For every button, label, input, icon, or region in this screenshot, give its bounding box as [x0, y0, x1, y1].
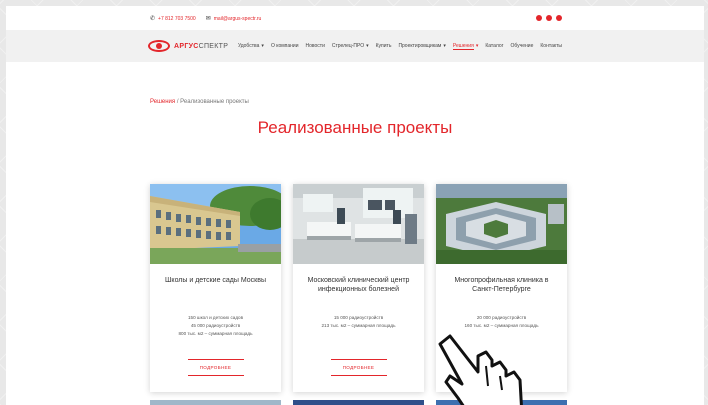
nav-item[interactable]: Проектировщикам	[398, 43, 441, 50]
hand-pointer-icon	[426, 326, 566, 405]
breadcrumb-separator: /	[176, 99, 179, 105]
project-photo-clinic-aerial[interactable]	[436, 184, 567, 264]
logo[interactable]: АРГУССПЕКТР	[148, 40, 228, 52]
project-title: Многопрофильная клиника в Санкт-Петербур…	[454, 277, 549, 293]
nav-item[interactable]: Удобства	[238, 43, 259, 50]
main-header: АРГУССПЕКТР Удобства ▾ О компании Новости Ст…	[6, 30, 704, 62]
project-photo-clinic-ward[interactable]	[293, 184, 424, 264]
telegram-icon[interactable]	[556, 15, 562, 21]
breadcrumb: Решения / Реализованные проекты	[150, 99, 249, 105]
project-photo-school[interactable]	[150, 184, 281, 264]
chevron-down-icon: ▾	[443, 42, 446, 49]
email-address: mail@argus-spectr.ru	[213, 15, 262, 22]
stat-line: 213 тыс. м2 – суммарная площадь	[321, 323, 396, 328]
project-title: Московский клинический центр инфекционны…	[307, 277, 410, 293]
browser-page: ✆ +7 812 703 7500 ✉ mail@argus-spectr.ru А…	[6, 6, 704, 405]
details-button[interactable]: ПОДРОБНЕЕ	[187, 359, 244, 376]
details-button[interactable]: ПОДРОБНЕЕ	[330, 359, 387, 376]
phone-link[interactable]: ✆ +7 812 703 7500	[150, 15, 196, 22]
social-links	[536, 15, 562, 21]
stat-line: 45 000 радиоустройств	[190, 323, 241, 328]
project-stats: 150 школ и детских садов 45 000 радиоуст…	[178, 314, 252, 338]
project-title: Школы и детские сады Москвы	[165, 277, 266, 284]
nav-item[interactable]: Обучение	[511, 43, 534, 50]
nav-item[interactable]: Каталог	[485, 43, 503, 50]
breadcrumb-home-link[interactable]: Решения	[150, 99, 175, 105]
nav-item[interactable]: Купить	[376, 43, 392, 50]
stat-line: 15 000 радиоустройств	[333, 315, 384, 320]
top-contact-bar: ✆ +7 812 703 7500 ✉ mail@argus-spectr.ru	[6, 6, 704, 30]
nav-item[interactable]: Контакты	[540, 43, 562, 50]
nav-item[interactable]: Стрелец-ПРО	[332, 43, 364, 50]
nav-item[interactable]: О компании	[271, 43, 299, 50]
project-card-next[interactable]	[150, 400, 281, 405]
email-link[interactable]: ✉ mail@argus-spectr.ru	[206, 15, 262, 22]
chevron-down-icon: ▾	[261, 42, 264, 49]
phone-number: +7 812 703 7500	[158, 15, 196, 22]
logo-eye-icon	[148, 40, 170, 52]
main-nav: Удобства ▾ О компании Новости Стрелец-ПРО ▾ Ку…	[238, 43, 562, 50]
youtube-icon[interactable]	[546, 15, 552, 21]
stat-line: 150 школ и детских садов	[187, 315, 244, 320]
vk-icon[interactable]	[536, 15, 542, 21]
breadcrumb-current: Реализованные проекты	[180, 99, 249, 105]
stat-line: 20 000 радиоустройств	[476, 315, 527, 320]
logo-text: АРГУССПЕКТР	[174, 42, 229, 50]
stat-line: 800 тыс. м2 – суммарная площадь	[178, 331, 253, 336]
nav-item[interactable]: Новости	[306, 43, 325, 50]
phone-icon: ✆	[150, 15, 156, 22]
chevron-down-icon: ▾	[475, 42, 479, 49]
project-card[interactable]: Школы и детские сады Москвы 150 школ и д…	[150, 184, 281, 392]
project-card[interactable]: Московский клинический центр инфекционны…	[293, 184, 424, 392]
project-card-next[interactable]	[293, 400, 424, 405]
mail-icon: ✉	[205, 15, 211, 22]
project-stats: 15 000 радиоустройств 213 тыс. м2 – сумм…	[321, 314, 395, 330]
nav-item[interactable]: Решения	[452, 43, 474, 50]
chevron-down-icon: ▾	[366, 42, 369, 49]
page-title: Реализованные проекты	[257, 118, 453, 137]
